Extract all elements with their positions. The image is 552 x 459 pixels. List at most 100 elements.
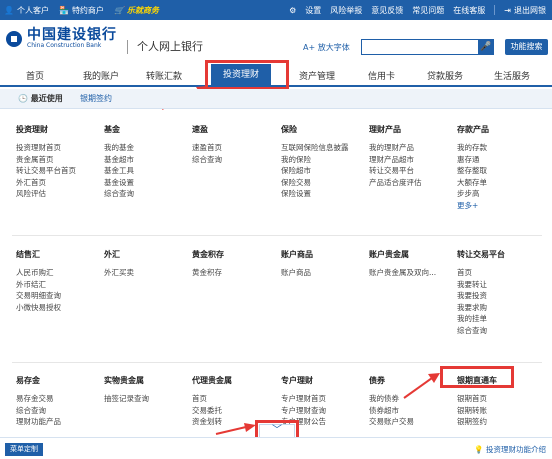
link-precious-metal-home[interactable]: 贵金属首页 <box>16 154 102 166</box>
link-futures-transfer[interactable]: 银期转账 <box>457 405 543 417</box>
link-fund-settings[interactable]: 基金设置 <box>104 177 190 189</box>
link-suying-query[interactable]: 综合查询 <box>192 154 278 166</box>
link-my-fund[interactable]: 我的基金 <box>104 142 190 154</box>
link-investment-home[interactable]: 投资理财首页 <box>16 142 102 154</box>
gear-icon: ⚙ <box>289 5 297 15</box>
menu-custom-button[interactable]: 菜单定制 <box>5 443 43 456</box>
link-rmb-purchase[interactable]: 人民币购汇 <box>16 267 102 279</box>
link-forex-home[interactable]: 外汇首页 <box>16 177 102 189</box>
link-lottery-record[interactable]: 抽签记录查询 <box>104 393 190 405</box>
special-merchant-link[interactable]: 🏪 特约商户 <box>59 5 104 16</box>
link-account-commodity[interactable]: 账户商品 <box>281 267 367 279</box>
bank-logo[interactable]: 中国建设银行 China Construction Bank <box>6 28 117 49</box>
link-trade-detail-query[interactable]: 交易明细查询 <box>16 290 102 302</box>
link-trade-entrust[interactable]: 交易委托 <box>192 405 278 417</box>
link-insurance-disclosure[interactable]: 互联网保险信息披露 <box>281 142 367 154</box>
link-want-transfer[interactable]: 我要转让 <box>457 279 543 291</box>
link-transfer-platform-home[interactable]: 转让交易平台首页 <box>16 165 102 177</box>
section-gold-accumulation: 黄金积存 黄金积存 <box>192 249 278 279</box>
tab-my-account[interactable]: 我的账户 <box>83 69 119 82</box>
highlight-box-futures-express <box>440 366 514 388</box>
link-fund-tools[interactable]: 基金工具 <box>104 165 190 177</box>
link-bond-market[interactable]: 债券超市 <box>369 405 455 417</box>
link-account-metal[interactable]: 账户贵金属及双向... <box>369 267 455 279</box>
feedback-link[interactable]: 意见反馈 <box>371 5 403 16</box>
section-yicunjin: 易存金 易存金交易 综合查询 理财功能产品 <box>16 375 102 428</box>
link-fx-settlement[interactable]: 外币结汇 <box>16 279 102 291</box>
link-large-cd[interactable]: 大额存单 <box>457 177 543 189</box>
promo-link[interactable]: 🛒 乐就商务 <box>114 5 159 16</box>
tab-home[interactable]: 首页 <box>26 69 44 82</box>
enlarge-font-button[interactable]: A+ 放大字体 <box>303 42 350 53</box>
function-search-input[interactable] <box>361 39 479 55</box>
link-my-orders[interactable]: 我的挂单 <box>457 313 543 325</box>
link-bond-account-trade[interactable]: 交易账户交易 <box>369 416 455 428</box>
section-account-metal: 账户贵金属 账户贵金属及双向... <box>369 249 455 279</box>
link-wealth-market[interactable]: 理财产品超市 <box>369 154 455 166</box>
logout-link[interactable]: ⇥ 退出网银 <box>504 5 546 16</box>
link-my-deposit[interactable]: 我的存款 <box>457 142 543 154</box>
portal-title: 个人网上银行 <box>127 40 203 54</box>
tab-asset-management[interactable]: 资产管理 <box>299 69 335 82</box>
link-lump-sum[interactable]: 整存整取 <box>457 165 543 177</box>
recent-use-tab[interactable]: 🕒 最近使用 <box>18 93 63 104</box>
top-bar: 👤 个人客户 🏪 特约商户 🛒 乐就商务 ⚙ 设置 风险举报 意见反馈 常见问题… <box>0 0 552 20</box>
link-agency-home[interactable]: 首页 <box>192 393 278 405</box>
function-search-button[interactable]: 功能搜索 <box>505 39 548 55</box>
section-fx-settlement: 结售汇 人民币购汇 外币结汇 交易明细查询 小微快易授权 <box>16 249 102 313</box>
link-insurance-settings[interactable]: 保险设置 <box>281 188 367 200</box>
sub-nav: 🕒 最近使用 银期签约 <box>0 89 552 109</box>
tab-loan[interactable]: 贷款服务 <box>427 69 463 82</box>
link-want-buy[interactable]: 我要求购 <box>457 302 543 314</box>
section-wealth-product: 理财产品 我的理财产品 理财产品超市 转让交易平台 产品适合度评估 <box>369 124 455 188</box>
link-fund-query[interactable]: 综合查询 <box>104 188 190 200</box>
link-bubugao[interactable]: 步步高 <box>457 188 543 200</box>
link-forex-trade[interactable]: 外汇买卖 <box>104 267 190 279</box>
settings-link[interactable]: 设置 <box>305 5 321 16</box>
link-dedicated-query[interactable]: 专户理财查询 <box>281 405 367 417</box>
faq-link[interactable]: 常见问题 <box>412 5 444 16</box>
user-icon: 👤 <box>4 5 14 15</box>
section-investment: 投资理财 投资理财首页 贵金属首页 转让交易平台首页 外汇首页 风险评估 <box>16 124 102 200</box>
logout-icon: ⇥ <box>504 5 511 15</box>
link-more-deposit[interactable]: 更多+ <box>457 200 543 212</box>
link-my-wealth-product[interactable]: 我的理财产品 <box>369 142 455 154</box>
link-futures-contract[interactable]: 银期签约 <box>457 416 543 428</box>
link-risk-assessment[interactable]: 风险评估 <box>16 188 102 200</box>
tab-transfer[interactable]: 转账汇款 <box>146 69 182 82</box>
section-insurance: 保险 互联网保险信息披露 我的保险 保险超市 保险交易 保险设置 <box>281 124 367 200</box>
personal-customer-link[interactable]: 👤 个人客户 <box>4 5 49 16</box>
divider <box>12 362 542 363</box>
section-deposit: 存款产品 我的存款 惠存通 整存整取 大额存单 步步高 更多+ <box>457 124 543 211</box>
link-suying-home[interactable]: 速盈首页 <box>192 142 278 154</box>
link-smb-authorize[interactable]: 小微快易授权 <box>16 302 102 314</box>
link-want-invest[interactable]: 我要投资 <box>457 290 543 302</box>
link-futures-home[interactable]: 银期首页 <box>457 393 543 405</box>
link-insurance-trade[interactable]: 保险交易 <box>281 177 367 189</box>
link-fund-market[interactable]: 基金超市 <box>104 154 190 166</box>
risk-report-link[interactable]: 风险举报 <box>330 5 362 16</box>
investment-intro-link[interactable]: 💡 投资理财功能介绍 <box>474 444 546 455</box>
link-gold-accumulation[interactable]: 黄金积存 <box>192 267 278 279</box>
link-transfer-platform[interactable]: 转让交易平台 <box>369 165 455 177</box>
link-yicunjin-query[interactable]: 综合查询 <box>16 405 102 417</box>
link-platform-home[interactable]: 首页 <box>457 267 543 279</box>
link-my-insurance[interactable]: 我的保险 <box>281 154 367 166</box>
link-huicuntong[interactable]: 惠存通 <box>457 154 543 166</box>
link-insurance-market[interactable]: 保险超市 <box>281 165 367 177</box>
link-platform-query[interactable]: 综合查询 <box>457 325 543 337</box>
section-fund: 基金 我的基金 基金超市 基金工具 基金设置 综合查询 <box>104 124 190 200</box>
section-transfer-platform: 转让交易平台 首页 我要转让 我要投资 我要求购 我的挂单 综合查询 <box>457 249 543 336</box>
link-suitability-assessment[interactable]: 产品适合度评估 <box>369 177 455 189</box>
online-service-link[interactable]: 在线客服 <box>453 5 485 16</box>
divider <box>12 235 542 236</box>
divider <box>494 5 496 15</box>
link-yicunjin-trade[interactable]: 易存金交易 <box>16 393 102 405</box>
futures-contract-tab[interactable]: 银期签约 <box>80 93 112 104</box>
section-physical-metal: 实物贵金属 抽签记录查询 <box>104 375 190 405</box>
link-dedicated-home[interactable]: 专户理财首页 <box>281 393 367 405</box>
microphone-icon[interactable]: 🎤 <box>478 39 494 55</box>
tab-life[interactable]: 生活服务 <box>494 69 530 82</box>
link-yicunjin-wealth[interactable]: 理财功能产品 <box>16 416 102 428</box>
tab-credit-card[interactable]: 信用卡 <box>368 69 395 82</box>
